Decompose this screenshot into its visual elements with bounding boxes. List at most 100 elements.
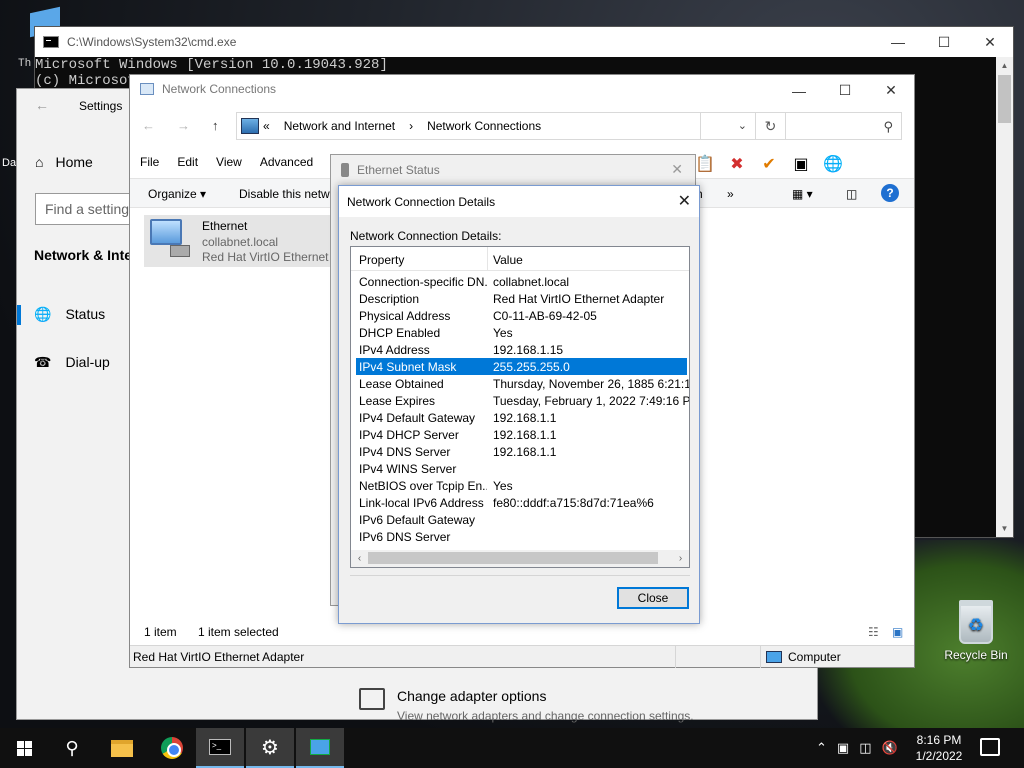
details-label: Network Connection Details: (350, 229, 502, 243)
ethernet-connection-item[interactable]: Ethernet collabnet.local Red Hat VirtIO … (144, 215, 344, 267)
check-icon[interactable]: ✔ (758, 153, 780, 175)
row-property: IPv4 WINS Server (359, 462, 457, 476)
netconn-titlebar[interactable]: Network Connections (140, 82, 276, 96)
breadcrumb-overflow[interactable]: « (263, 119, 270, 133)
scroll-up-arrow[interactable]: ▲ (996, 57, 1013, 74)
column-divider[interactable] (487, 247, 488, 271)
chevron-more-icon[interactable]: » (727, 187, 734, 201)
horizontal-scrollbar[interactable]: ‹ › (351, 550, 689, 567)
volume-muted-icon[interactable]: 🔇 (882, 740, 898, 756)
details-row[interactable]: DHCP Enabled Yes (351, 324, 689, 341)
language-icon[interactable]: ◫ (859, 740, 871, 756)
menu-advanced[interactable]: Advanced (250, 151, 321, 175)
sidebar-item-status[interactable]: 🌐 Status (17, 295, 132, 333)
preview-pane-icon[interactable]: ◫ (846, 187, 857, 201)
change-adapter-title[interactable]: Change adapter options (397, 688, 546, 704)
nav-buttons: ← → ↑ (142, 118, 219, 133)
details-row[interactable]: Link-local IPv6 Address fe80::dddf:a715:8… (351, 494, 689, 511)
details-row[interactable]: IPv6 DNS Server (351, 528, 689, 545)
details-row[interactable]: IPv6 Default Gateway (351, 511, 689, 528)
cmd-icon (43, 36, 59, 48)
network-status-icon[interactable]: ▣ (837, 740, 849, 756)
breadcrumb-network-connections[interactable]: Network Connections (427, 119, 541, 133)
system-clock[interactable]: 8:16 PM 1/2/2022 (906, 732, 972, 764)
details-view-icon[interactable]: ☷ (868, 625, 879, 639)
cmd-scrollbar[interactable]: ▲ ▼ (996, 57, 1013, 537)
search-icon[interactable]: ⚲ (48, 728, 96, 768)
minimize-button[interactable]: — (776, 75, 822, 106)
forward-arrow-icon[interactable]: → (177, 118, 190, 133)
scroll-left-arrow[interactable]: ‹ (351, 550, 368, 567)
connection-adapter: Red Hat VirtIO Ethernet A (202, 250, 340, 264)
file-explorer-button[interactable] (98, 728, 146, 768)
breadcrumb-network-internet[interactable]: Network and Internet (284, 119, 395, 133)
menu-edit[interactable]: Edit (167, 151, 206, 175)
disable-network-button[interactable]: Disable this netw (239, 187, 330, 201)
rename-icon[interactable]: ▣ (790, 153, 812, 175)
paste-icon[interactable]: 📋 (694, 153, 716, 175)
connection-name: Ethernet (202, 219, 248, 233)
scroll-thumb[interactable] (368, 552, 658, 564)
back-arrow-icon[interactable]: ← (142, 118, 155, 133)
close-button[interactable]: ✕ (671, 161, 683, 178)
details-row[interactable]: Physical Address C0-11-AB-69-42-05 (351, 307, 689, 324)
home-label: Home (55, 154, 93, 170)
search-input[interactable]: ⚲ (700, 112, 902, 140)
close-button[interactable]: ✕ (868, 75, 914, 106)
details-row[interactable]: IPv4 Default Gateway 192.168.1.1 (351, 409, 689, 426)
details-row[interactable]: Lease Expires Tuesday, February 1, 2022 7… (351, 392, 689, 409)
details-row[interactable]: Lease Obtained Thursday, November 26, 188… (351, 375, 689, 392)
delete-icon[interactable]: ✖ (726, 153, 748, 175)
ethstatus-titlebar[interactable]: Ethernet Status (341, 163, 440, 177)
view-options-icon[interactable]: ▦ ▾ (792, 187, 813, 201)
scroll-right-arrow[interactable]: › (672, 550, 689, 567)
details-row[interactable]: Connection-specific DN... collabnet.local (351, 273, 689, 290)
menu-view[interactable]: View (206, 151, 250, 175)
back-arrow-icon[interactable]: ← (35, 97, 49, 113)
maximize-button[interactable]: ☐ (921, 27, 967, 58)
scroll-thumb[interactable] (998, 75, 1011, 123)
details-row[interactable]: IPv4 WINS Server (351, 460, 689, 477)
settings-taskbar-button[interactable]: ⚙ (246, 728, 294, 768)
cmd-line: Microsoft Windows [Version 10.0.19043.92… (35, 57, 388, 73)
sidebar-item-dialup[interactable]: ☎ Dial-up (17, 343, 132, 381)
details-row[interactable]: NetBIOS over Tcpip En... Yes (351, 477, 689, 494)
menu-file[interactable]: File (130, 151, 167, 175)
control-panel-icon (241, 118, 259, 134)
home-icon: ⌂ (35, 154, 44, 170)
row-property: IPv4 Address (359, 343, 430, 357)
details-listview[interactable]: Property Value Connection-specific DN...… (350, 246, 690, 568)
home-nav[interactable]: ⌂ Home (35, 154, 93, 170)
details-row[interactable]: IPv4 Subnet Mask 255.255.255.0 (356, 358, 687, 375)
column-header-property[interactable]: Property (359, 253, 404, 267)
row-value: Yes (493, 479, 513, 493)
details-row[interactable]: IPv4 DHCP Server 192.168.1.1 (351, 426, 689, 443)
chrome-button[interactable] (148, 728, 196, 768)
row-property: IPv4 Subnet Mask (359, 360, 457, 374)
globe-icon[interactable]: 🌐 (822, 153, 844, 175)
minimize-button[interactable]: — (875, 27, 921, 58)
network-connections-taskbar-button[interactable] (296, 728, 344, 768)
recycle-bin[interactable]: ♻ Recycle Bin (940, 600, 1012, 662)
breadcrumb-separator[interactable]: › (409, 119, 413, 133)
organize-button[interactable]: Organize ▾ (148, 187, 206, 201)
column-header-value[interactable]: Value (493, 253, 523, 267)
connection-details-dialog[interactable]: Network Connection Details ✕ Network Con… (338, 185, 700, 624)
details-row[interactable]: IPv4 DNS Server 192.168.1.1 (351, 443, 689, 460)
close-button[interactable]: Close (617, 587, 689, 609)
scroll-down-arrow[interactable]: ▼ (996, 520, 1013, 537)
divider (760, 646, 761, 668)
maximize-button[interactable]: ☐ (822, 75, 868, 106)
start-button[interactable] (0, 728, 48, 768)
up-arrow-icon[interactable]: ↑ (212, 118, 219, 133)
details-row[interactable]: Description Red Hat VirtIO Ethernet Adapt… (351, 290, 689, 307)
large-icons-view-icon[interactable]: ▣ (892, 625, 903, 639)
cmd-titlebar[interactable]: C:\Windows\System32\cmd.exe — ☐ ✕ (35, 27, 1013, 57)
cmd-taskbar-button[interactable]: >_ (196, 728, 244, 768)
close-button[interactable]: ✕ (967, 27, 1013, 58)
details-row[interactable]: IPv4 Address 192.168.1.15 (351, 341, 689, 358)
notification-icon[interactable] (980, 738, 1000, 756)
close-icon[interactable]: ✕ (678, 191, 691, 211)
help-icon[interactable]: ? (881, 184, 899, 202)
chevron-up-icon[interactable]: ⌃ (816, 740, 827, 756)
